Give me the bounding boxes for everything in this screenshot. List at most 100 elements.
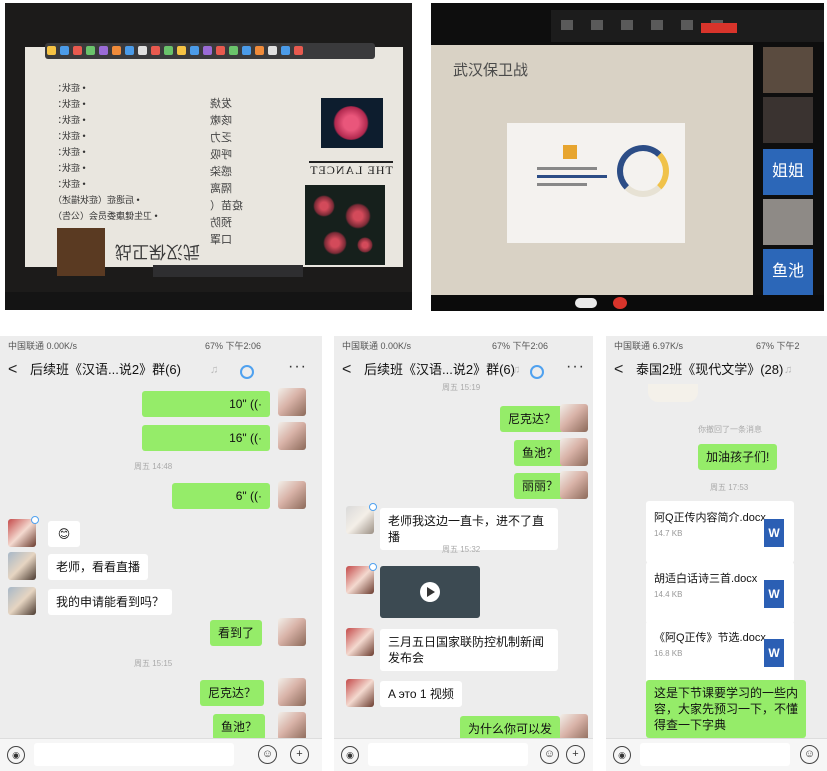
plus-icon[interactable]: +: [566, 745, 585, 764]
emblem-icon: [617, 145, 669, 197]
emoji-icon[interactable]: ☺: [540, 745, 559, 764]
voice-message[interactable]: 6" ((·: [172, 483, 270, 509]
participant-name-tile[interactable]: 姐姐: [763, 149, 813, 195]
share-button[interactable]: [575, 298, 597, 308]
avatar[interactable]: [560, 471, 588, 499]
text-message: 我的申请能看到吗？: [48, 589, 173, 615]
mute-icon: ♫: [512, 364, 521, 376]
timestamp: 周五 14:48: [134, 462, 173, 471]
status-time: 67% 下午2: [756, 341, 800, 351]
voice-input-icon[interactable]: ◉: [613, 746, 631, 764]
end-button[interactable]: [613, 297, 627, 309]
text-message: 鱼池？: [213, 714, 266, 740]
chat-title: 后续班《汉语...说2》群(6): [30, 362, 181, 377]
avatar[interactable]: [346, 628, 374, 656]
avatar[interactable]: [278, 618, 306, 646]
avatar[interactable]: [560, 438, 588, 466]
voice-input-icon[interactable]: ◉: [341, 746, 359, 764]
voice-message[interactable]: 16" ((·: [142, 425, 270, 451]
chat-screen-3: 中国联通 6.97K/s 67% 下午2 < 泰国2班《现代文学》(28) ♫ …: [606, 336, 827, 771]
word-doc-icon: W: [764, 639, 784, 667]
avatar[interactable]: [278, 712, 306, 740]
message-input[interactable]: [640, 743, 790, 766]
logo-icon: [563, 145, 577, 159]
emoji-icon[interactable]: ☺: [800, 745, 819, 764]
video-message[interactable]: [380, 566, 480, 618]
slide-term: 呼吸: [210, 149, 232, 161]
chat-title: 后续班《汉语...说2》群(6): [364, 362, 515, 377]
avatar[interactable]: [278, 481, 306, 509]
chat-input-bar: ◉ ☺ +: [334, 738, 593, 771]
chat-header: < 后续班《汉语...说2》群(6) ♫ ···: [0, 356, 322, 384]
zoom-meeting-photo: 武汉保卫战 姐姐 鱼池: [431, 3, 824, 311]
sticker-image: [648, 384, 698, 402]
play-icon[interactable]: [420, 582, 440, 602]
keyboard-edge: [5, 292, 412, 310]
slide-bullet: • 卫生健康委员会（公告）: [53, 211, 158, 221]
file-message[interactable]: 胡适白话诗三首.docx 14.4 KB W: [646, 562, 794, 624]
carrier-label: 中国联通: [614, 341, 653, 351]
timestamp: 周五 15:19: [442, 383, 481, 392]
avatar[interactable]: [346, 679, 374, 707]
chat-input-bar: ◉ ☺ +: [0, 738, 322, 771]
voice-input-icon[interactable]: ◉: [7, 746, 25, 764]
emoji-message: 😊: [48, 521, 80, 547]
more-icon[interactable]: ···: [566, 353, 585, 381]
live-icon[interactable]: [530, 365, 544, 379]
text-message: 加油孩子们!: [698, 444, 778, 470]
lecture-slide-photo: • 症状： • 症状： • 症状： • 症状： • 症状： • 症状： • 症状…: [5, 3, 412, 310]
participant-video[interactable]: [763, 199, 813, 245]
chat-header: < 泰国2班《现代文学》(28) ♫: [606, 356, 827, 384]
slide-term: 预防: [210, 217, 232, 229]
text-message: 尼克达？: [500, 406, 565, 432]
avatar[interactable]: [278, 388, 306, 416]
network-speed: 0.00K/s: [46, 341, 78, 351]
live-icon[interactable]: [240, 365, 254, 379]
back-icon[interactable]: <: [614, 356, 623, 384]
voice-message[interactable]: 10" ((·: [142, 391, 270, 417]
file-name: 阿Q正传内容简介.docx: [654, 512, 766, 524]
status-time: 67% 下午2:06: [492, 341, 549, 351]
participant-name-tile[interactable]: 鱼池: [763, 249, 813, 295]
timestamp: 周五 17:53: [710, 483, 749, 492]
participant-video[interactable]: [763, 47, 813, 93]
lancet-logo: THE LANCET: [309, 161, 393, 178]
chat-title: 泰国2班《现代文学》(28): [636, 362, 784, 377]
chat-screen-2: 中国联通 0.00K/s 67% 下午2:06 < 后续班《汉语...说2》群(…: [334, 336, 593, 771]
timestamp: 周五 15:15: [134, 659, 173, 668]
cell-image: [305, 185, 385, 265]
avatar[interactable]: [8, 587, 36, 615]
meeting-toolbar: [153, 265, 303, 277]
slide-bullet: • 症状：: [53, 163, 86, 173]
slide-bullet: • 症状：: [53, 115, 86, 125]
avatar[interactable]: [346, 563, 377, 594]
word-doc-icon: W: [764, 519, 784, 547]
file-message[interactable]: 《阿Q正传》节选.docx 16.8 KB W: [646, 621, 794, 683]
back-icon[interactable]: <: [342, 356, 351, 384]
more-icon[interactable]: ···: [288, 353, 307, 381]
avatar[interactable]: [278, 422, 306, 450]
avatar[interactable]: [560, 404, 588, 432]
avatar[interactable]: [8, 516, 39, 547]
message-input[interactable]: [34, 743, 234, 766]
chat-screen-1: 中国联通 0.00K/s 67% 下午2:06 < 后续班《汉语...说2》群(…: [0, 336, 322, 771]
status-bar: 中国联通 6.97K/s 67% 下午2: [606, 336, 827, 356]
slide-term: 感染: [210, 166, 232, 178]
emoji-icon[interactable]: ☺: [258, 745, 277, 764]
slide-card: [507, 123, 685, 243]
timestamp: 周五 15:32: [442, 545, 481, 554]
avatar[interactable]: [8, 552, 36, 580]
message-input[interactable]: [368, 743, 528, 766]
slide-term: 发烧: [210, 98, 232, 110]
file-size: 14.4 KB: [654, 590, 683, 599]
slide-term: 疫苗（: [210, 200, 243, 212]
avatar[interactable]: [346, 503, 377, 534]
back-icon[interactable]: <: [8, 356, 17, 384]
participant-video[interactable]: [763, 97, 813, 143]
chat-input-bar: ◉ ☺: [606, 738, 827, 771]
file-message[interactable]: 阿Q正传内容简介.docx 14.7 KB W: [646, 501, 794, 563]
plus-icon[interactable]: +: [290, 745, 309, 764]
text-message: 看到了: [210, 620, 263, 646]
avatar[interactable]: [278, 678, 306, 706]
virus-image: [321, 98, 383, 148]
